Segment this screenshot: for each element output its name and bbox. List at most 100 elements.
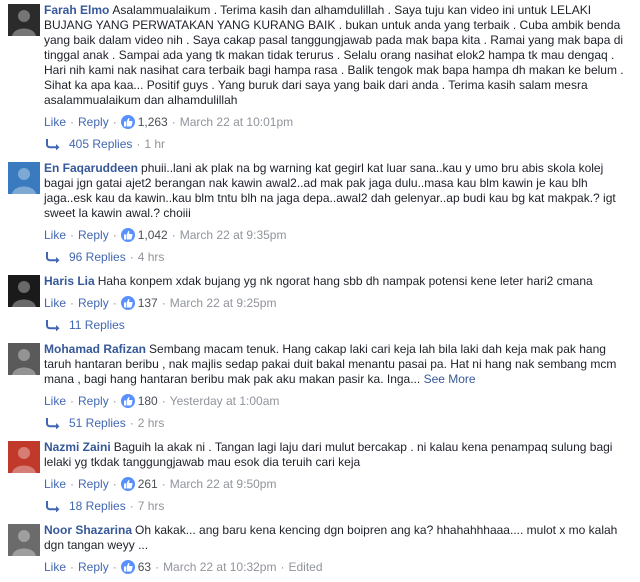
separator-dot: · xyxy=(70,115,75,129)
reply-arrow-icon xyxy=(46,252,60,263)
comment-timestamp[interactable]: Yesterday at 1:00am xyxy=(170,394,280,408)
like-button[interactable]: Like xyxy=(44,228,66,242)
separator-dot: · xyxy=(70,394,75,408)
profile-photo-icon xyxy=(8,4,40,36)
comment: Mohamad Rafizan Sembang macam tenuk. Hang… xyxy=(0,342,640,440)
reaction-count[interactable]: 63 xyxy=(138,560,151,574)
comment-author-link[interactable]: Noor Shazarina xyxy=(44,523,132,537)
comment-timestamp[interactable]: March 22 at 9:50pm xyxy=(170,477,277,491)
view-replies-link[interactable]: 51 Replies · 2 hrs xyxy=(44,414,630,432)
like-button[interactable]: Like xyxy=(44,115,66,129)
reaction-count[interactable]: 1,263 xyxy=(138,115,168,129)
like-button[interactable]: Like xyxy=(44,394,66,408)
reply-button[interactable]: Reply xyxy=(78,228,109,242)
comment-timestamp[interactable]: March 22 at 10:32pm xyxy=(163,560,276,574)
comment-actions: Like · Reply · 1,263 · March 22 at 10:01… xyxy=(44,115,630,129)
comment-author-link[interactable]: Mohamad Rafizan xyxy=(44,342,146,356)
comment: Nazmi Zaini Baguih la akak ni . Tangan la… xyxy=(0,440,640,523)
view-replies-link[interactable]: 96 Replies · 4 hrs xyxy=(44,248,630,266)
profile-photo-icon xyxy=(8,441,40,473)
comment-body: Farah Elmo Asalammualaikum . Terima kasih… xyxy=(44,3,630,108)
see-more-link[interactable]: See More xyxy=(424,372,476,386)
separator-dot: · xyxy=(112,560,117,574)
reaction-count[interactable]: 180 xyxy=(138,394,158,408)
like-button[interactable]: Like xyxy=(44,296,66,310)
view-replies-link[interactable]: 11 Replies xyxy=(44,316,630,334)
view-replies-link[interactable]: 405 Replies · 1 hr xyxy=(44,135,630,153)
comment-text: Asalammualaikum . Terima kasih dan alham… xyxy=(44,3,624,107)
reaction-count[interactable]: 137 xyxy=(138,296,158,310)
replies-time: 2 hrs xyxy=(137,416,165,430)
replies-count[interactable]: 51 Replies xyxy=(69,414,126,432)
comment-spacer xyxy=(44,432,630,440)
like-button[interactable]: Like xyxy=(44,560,66,574)
comment-timestamp[interactable]: March 22 at 10:01pm xyxy=(180,115,293,129)
comment-list: Farah Elmo Asalammualaikum . Terima kasih… xyxy=(0,0,640,582)
like-button[interactable]: Like xyxy=(44,477,66,491)
comment-author-link[interactable]: Nazmi Zaini xyxy=(44,440,111,454)
reply-button[interactable]: Reply xyxy=(78,560,109,574)
replies-count[interactable]: 18 Replies xyxy=(69,497,126,515)
separator-dot: · xyxy=(70,228,75,242)
comment-timestamp[interactable]: March 22 at 9:35pm xyxy=(180,228,287,242)
replies-count[interactable]: 405 Replies xyxy=(69,135,132,153)
reaction-count[interactable]: 261 xyxy=(138,477,158,491)
comment-actions: Like · Reply · 63 · March 22 at 10:32pm … xyxy=(44,560,630,574)
comment-actions: Like · Reply · 137 · March 22 at 9:25pm xyxy=(44,296,630,310)
profile-photo-icon xyxy=(8,275,40,307)
avatar[interactable] xyxy=(8,343,40,375)
separator-dot: · xyxy=(70,477,75,491)
separator-dot: · xyxy=(112,115,117,129)
separator-dot: · xyxy=(136,137,141,151)
comment: Noor Shazarina Oh kakak... ang baru kena … xyxy=(0,523,640,582)
like-reaction-icon[interactable] xyxy=(120,228,135,242)
separator-dot: · xyxy=(161,394,166,408)
like-reaction-icon[interactable] xyxy=(120,115,135,129)
comment-spacer xyxy=(44,334,630,342)
reply-arrow-icon xyxy=(46,139,60,150)
reply-arrow-icon xyxy=(46,418,60,429)
view-replies-link[interactable]: 18 Replies · 7 hrs xyxy=(44,497,630,515)
avatar[interactable] xyxy=(8,162,40,194)
comment-body: Nazmi Zaini Baguih la akak ni . Tangan la… xyxy=(44,440,630,470)
separator-dot: · xyxy=(112,477,117,491)
comment-author-link[interactable]: Farah Elmo xyxy=(44,3,109,17)
replies-count[interactable]: 96 Replies xyxy=(69,248,126,266)
comment-actions: Like · Reply · 261 · March 22 at 9:50pm xyxy=(44,477,630,491)
reply-button[interactable]: Reply xyxy=(78,115,109,129)
reply-arrow-icon xyxy=(46,320,60,331)
reply-button[interactable]: Reply xyxy=(78,296,109,310)
reply-button[interactable]: Reply xyxy=(78,394,109,408)
comment-body: Mohamad Rafizan Sembang macam tenuk. Hang… xyxy=(44,342,630,387)
edited-label[interactable]: Edited xyxy=(288,560,322,574)
reply-arrow-icon xyxy=(46,501,60,512)
comment-timestamp[interactable]: March 22 at 9:25pm xyxy=(170,296,277,310)
avatar[interactable] xyxy=(8,524,40,556)
comment-author-link[interactable]: En Faqaruddeen xyxy=(44,161,138,175)
like-reaction-icon[interactable] xyxy=(120,477,135,491)
comment-spacer xyxy=(44,515,630,523)
replies-time: 4 hrs xyxy=(137,250,165,264)
separator-dot: · xyxy=(112,228,117,242)
separator-dot: · xyxy=(155,560,160,574)
separator-dot: · xyxy=(129,499,134,513)
replies-count[interactable]: 11 Replies xyxy=(69,316,125,334)
comment-author-link[interactable]: Haris Lia xyxy=(44,274,95,288)
avatar[interactable] xyxy=(8,4,40,36)
comment-body: Noor Shazarina Oh kakak... ang baru kena … xyxy=(44,523,630,553)
like-reaction-icon[interactable] xyxy=(120,394,135,408)
avatar[interactable] xyxy=(8,275,40,307)
comment-actions: Like · Reply · 180 · Yesterday at 1:00am xyxy=(44,394,630,408)
like-reaction-icon[interactable] xyxy=(120,296,135,310)
reply-button[interactable]: Reply xyxy=(78,477,109,491)
separator-dot: · xyxy=(112,296,117,310)
reaction-count[interactable]: 1,042 xyxy=(138,228,168,242)
avatar[interactable] xyxy=(8,441,40,473)
separator-dot: · xyxy=(129,250,134,264)
profile-photo-icon xyxy=(8,162,40,194)
profile-photo-icon xyxy=(8,343,40,375)
comment-text: Haha konpem xdak bujang yg nk ngorat han… xyxy=(97,274,593,288)
separator-dot: · xyxy=(161,477,166,491)
separator-dot: · xyxy=(112,394,117,408)
like-reaction-icon[interactable] xyxy=(120,560,135,574)
